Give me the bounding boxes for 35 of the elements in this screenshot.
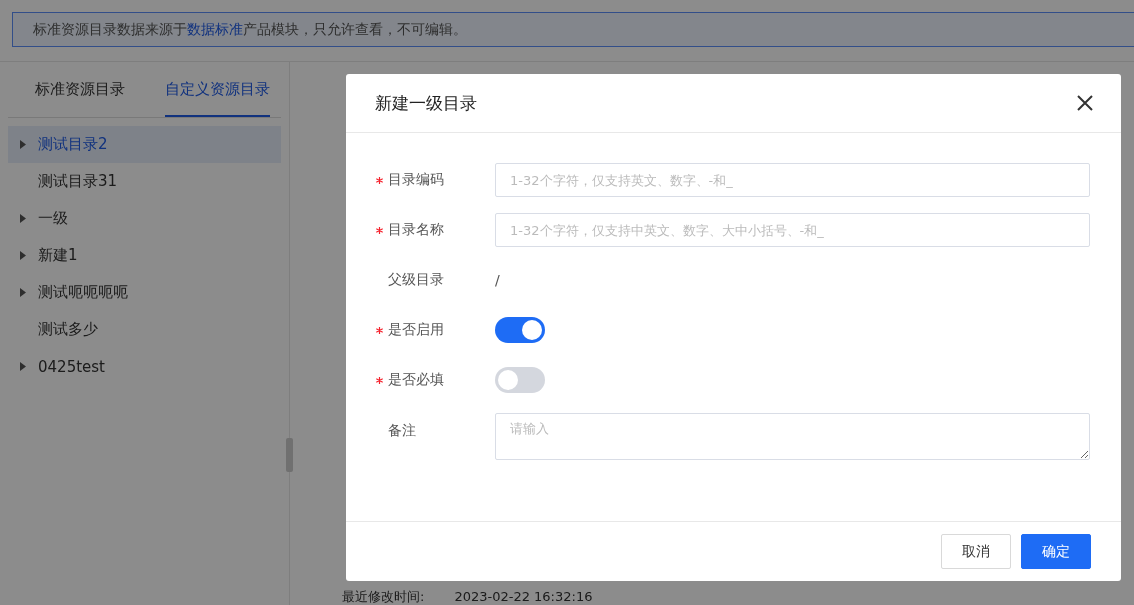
field-label: 备注 — [388, 422, 416, 440]
tab[interactable]: 自定义资源目录 — [165, 62, 270, 117]
tree-item[interactable]: 一级 — [8, 200, 281, 237]
data-standard-link[interactable]: 数据标准 — [187, 20, 243, 37]
detail-label: 最近修改时间: — [342, 589, 425, 604]
field-label: 目录编码 — [388, 171, 444, 189]
dialog-title: 新建一级目录 — [375, 91, 477, 115]
cancel-button[interactable]: 取消 — [941, 534, 1011, 569]
toggle-switch[interactable] — [495, 317, 545, 343]
field-label: 是否启用 — [388, 321, 444, 339]
caret-icon — [20, 251, 26, 260]
confirm-button[interactable]: 确定 — [1021, 534, 1091, 569]
field-label: 目录名称 — [388, 221, 444, 239]
field-label: 是否必填 — [388, 371, 444, 389]
field-label: 父级目录 — [388, 271, 444, 289]
tree-item[interactable]: 测试呃呃呃呃 — [8, 274, 281, 311]
detail-value: 2023-02-22 16:32:16 — [454, 589, 593, 604]
resize-handle[interactable] — [286, 438, 293, 472]
field-value: / — [495, 272, 500, 288]
tree-item[interactable]: 0425test — [8, 348, 281, 385]
caret-icon — [20, 214, 26, 223]
tree-item[interactable]: 测试多少 — [8, 311, 281, 348]
input-field[interactable]: 1-32个字符，仅支持中英文、数字、大中小括号、-和_ — [495, 213, 1090, 247]
tree-item[interactable]: 测试目录2 — [8, 126, 281, 163]
input-field[interactable]: 1-32个字符，仅支持英文、数字、-和_ — [495, 163, 1090, 197]
caret-icon — [20, 362, 26, 371]
input-field[interactable]: 请输入 — [495, 413, 1090, 460]
close-icon[interactable] — [1077, 95, 1093, 111]
caret-icon — [20, 140, 26, 149]
info-text: 标准资源目录数据来源于数据标准产品模块，只允许查看，不可编辑。 — [33, 20, 467, 39]
tree-item[interactable]: 新建1 — [8, 237, 281, 274]
tab[interactable]: 标准资源目录 — [35, 62, 125, 117]
tree-item[interactable]: 测试目录31 — [8, 163, 281, 200]
toggle-switch[interactable] — [495, 367, 545, 393]
caret-icon — [20, 288, 26, 297]
